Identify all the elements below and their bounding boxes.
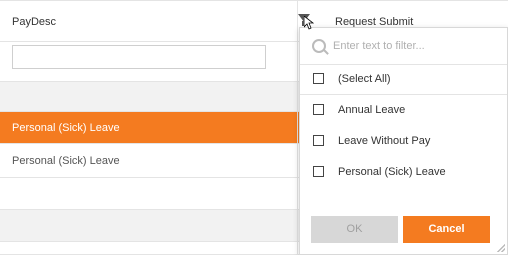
resize-grip-icon[interactable]: [497, 244, 505, 252]
filter-item-label: Personal (Sick) Leave: [338, 166, 446, 178]
filter-item-select-all[interactable]: (Select All): [300, 64, 507, 94]
filter-popup: Enter text to filter... (Select All) Ann…: [299, 27, 508, 255]
cancel-button[interactable]: Cancel: [403, 216, 490, 243]
filter-item-label: Leave Without Pay: [338, 135, 431, 147]
checkbox[interactable]: [313, 104, 324, 115]
checkbox[interactable]: [313, 73, 324, 84]
cell-paydesc: Personal (Sick) Leave: [12, 122, 120, 134]
filter-item-label: (Select All): [338, 73, 391, 85]
ok-button[interactable]: OK: [311, 216, 398, 243]
checkbox[interactable]: [313, 135, 324, 146]
checkbox[interactable]: [313, 166, 324, 177]
column-header-paydesc[interactable]: PayDesc: [12, 16, 56, 28]
cell-paydesc: Personal (Sick) Leave: [12, 155, 120, 167]
paydesc-filter-input[interactable]: [12, 45, 266, 69]
filter-item-leave-without-pay[interactable]: Leave Without Pay: [300, 126, 507, 156]
search-icon: [312, 39, 326, 53]
filter-search-placeholder[interactable]: Enter text to filter...: [333, 40, 425, 52]
filter-item-personal-sick-leave[interactable]: Personal (Sick) Leave: [300, 157, 507, 187]
filter-search[interactable]: Enter text to filter...: [300, 28, 507, 65]
filter-item-label: Annual Leave: [338, 104, 406, 116]
mouse-pointer-icon: [304, 16, 314, 30]
filter-item-annual-leave[interactable]: Annual Leave: [300, 95, 507, 125]
column-divider[interactable]: [297, 0, 298, 255]
